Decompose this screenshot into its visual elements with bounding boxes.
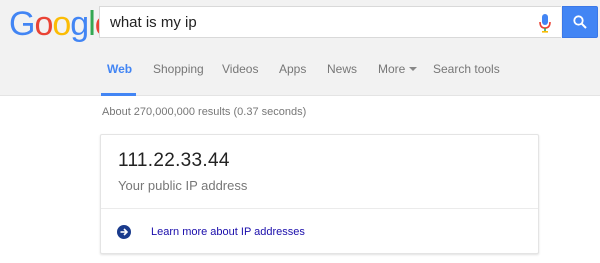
arrow-right-icon: [117, 225, 131, 239]
tab-apps[interactable]: Apps: [279, 62, 306, 76]
search-input[interactable]: [110, 7, 530, 37]
search-tabs: Web Shopping Videos Apps News More Searc…: [0, 58, 600, 96]
tab-search-tools[interactable]: Search tools: [433, 62, 500, 76]
tab-more[interactable]: More: [378, 62, 418, 76]
search-button[interactable]: [562, 6, 598, 38]
result-stats: About 270,000,000 results (0.37 seconds): [102, 106, 307, 118]
active-tab-indicator: [101, 93, 136, 96]
google-logo[interactable]: Google: [9, 4, 114, 44]
ip-address-value: 111.22.33.44: [118, 150, 230, 171]
learn-more-row[interactable]: Learn more about IP addresses: [117, 223, 305, 241]
search-icon: [573, 15, 587, 29]
tab-web[interactable]: Web: [107, 62, 132, 76]
tab-more-label: More: [378, 62, 406, 76]
tab-news[interactable]: News: [327, 62, 357, 76]
ip-address-caption: Your public IP address: [118, 178, 248, 193]
logo-letter: o: [34, 5, 53, 43]
microphone-icon[interactable]: [539, 14, 551, 34]
logo-letter: G: [9, 5, 35, 43]
logo-letter: g: [70, 5, 89, 43]
tab-shopping[interactable]: Shopping: [153, 62, 204, 76]
ip-address-card: 111.22.33.44 Your public IP address Lear…: [100, 134, 539, 254]
chevron-down-icon: [409, 66, 418, 71]
logo-letter: o: [52, 5, 71, 43]
card-divider: [101, 208, 538, 209]
search-box: [99, 6, 561, 38]
tab-videos[interactable]: Videos: [222, 62, 258, 76]
learn-more-link[interactable]: Learn more about IP addresses: [151, 226, 305, 238]
header-bar: Google Web Shopping Videos Apps News Mor…: [0, 0, 600, 96]
